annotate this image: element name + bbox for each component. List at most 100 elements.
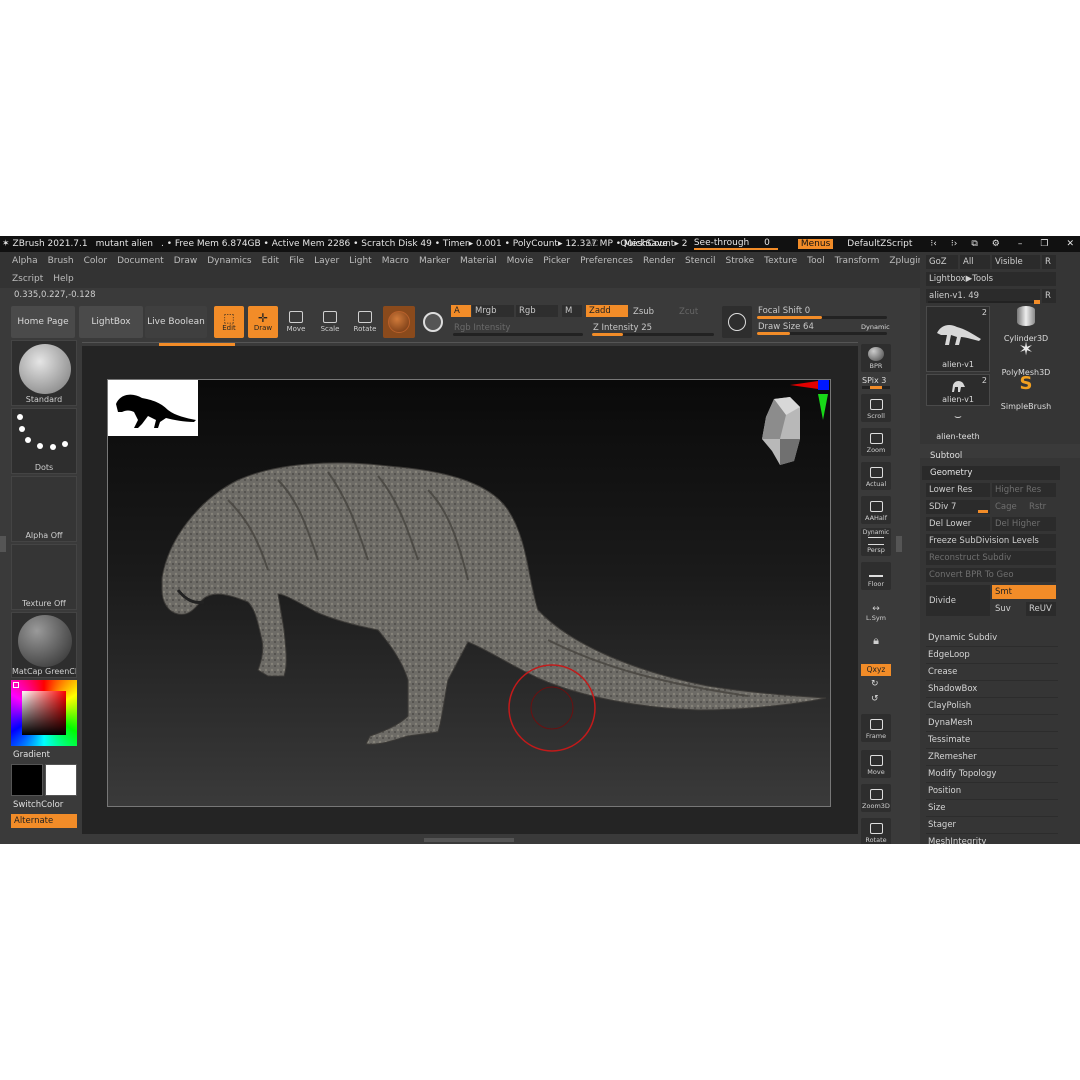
lock-button[interactable]: 🔒︎ (861, 628, 891, 650)
aahalf-button[interactable]: AAHalf (861, 496, 891, 524)
quicksave-button[interactable]: QuickSave (620, 239, 668, 249)
geometry-subpalette-item[interactable]: Position (926, 783, 1058, 800)
menu-item[interactable]: Light (349, 256, 371, 266)
local-symmetry-button[interactable]: ↔ L.Sym (861, 596, 891, 624)
freeze-subdivision-button[interactable]: Freeze SubDivision Levels (926, 534, 1056, 548)
del-higher-button[interactable]: Del Higher (992, 517, 1056, 531)
alternate-button[interactable]: Alternate (11, 814, 77, 828)
menu-item[interactable]: Material (460, 256, 497, 266)
switch-color-button[interactable]: SwitchColor (13, 800, 63, 810)
menu-item[interactable]: Alpha (12, 256, 38, 266)
menu-item[interactable]: Zplugin (889, 256, 923, 266)
layout-icon[interactable]: ⁝‹ (930, 239, 936, 249)
geometry-subpalette-item[interactable]: Tessimate (926, 732, 1058, 749)
tool-slot-cylinder3d[interactable]: Cylinder3D (998, 306, 1054, 343)
geometry-subpalette-item[interactable]: Size (926, 800, 1058, 817)
lower-res-button[interactable]: Lower Res (926, 483, 990, 497)
reuv-button[interactable]: ReUV (1026, 602, 1056, 616)
menu-item[interactable]: Macro (382, 256, 409, 266)
menu-item[interactable]: Stroke (725, 256, 754, 266)
layout-alt-icon[interactable]: ⁝› (951, 239, 957, 249)
r-button[interactable]: R (1042, 255, 1056, 269)
tool-slot-alien-v1-2[interactable]: 2 alien-v1 (926, 374, 990, 406)
panels-icon[interactable]: ⧉ (971, 239, 977, 249)
zoom-button[interactable]: Zoom (861, 428, 891, 456)
m-toggle[interactable]: M (562, 305, 582, 317)
xyz-button[interactable]: Qxyz (861, 664, 891, 676)
tool-slot-simplebrush[interactable]: S SimpleBrush (998, 374, 1054, 412)
geometry-subpalette-item[interactable]: Stager (926, 817, 1058, 834)
menu-item[interactable]: Stencil (685, 256, 715, 266)
geometry-subpalette-item[interactable]: ZRemesher (926, 749, 1058, 766)
all-button[interactable]: All (960, 255, 990, 269)
menu-item[interactable]: Draw (174, 256, 198, 266)
brush-slot[interactable]: Standard (11, 340, 77, 406)
material-swatch[interactable] (383, 306, 415, 338)
convert-bpr-button[interactable]: Convert BPR To Geo (926, 568, 1056, 582)
menu-item[interactable]: Texture (764, 256, 797, 266)
smt-toggle[interactable]: Smt (992, 585, 1056, 599)
geometry-header[interactable]: Geometry (922, 466, 1060, 480)
menu-item[interactable]: Dynamics (207, 256, 251, 266)
draw-button[interactable]: ✛ Draw (248, 306, 278, 338)
edit-button[interactable]: ⬚ Edit (214, 306, 244, 338)
menu-item[interactable]: Preferences (580, 256, 633, 266)
tool-slot-alien-v1[interactable]: 2 alien-v1 (926, 306, 990, 372)
cage-button[interactable]: Cage (992, 500, 1024, 514)
right-collapse-handle[interactable] (896, 536, 902, 552)
close-icon[interactable]: ✕ (1066, 239, 1074, 249)
texture-slot[interactable]: Texture Off (11, 544, 77, 610)
mrgb-toggle[interactable]: Mrgb (472, 305, 514, 317)
home-page-button[interactable]: Home Page (11, 306, 75, 338)
zsub-toggle[interactable]: Zsub (630, 306, 672, 318)
menu-item[interactable]: Zscript (12, 274, 43, 284)
left-collapse-handle[interactable] (0, 536, 6, 552)
alien-model[interactable] (108, 380, 831, 807)
stroke-slot[interactable]: Dots (11, 408, 77, 474)
spix-slider[interactable]: SPix 3 (862, 376, 890, 389)
subtool-header[interactable]: Subtool (930, 451, 962, 461)
geometry-subpalette-item[interactable]: ShadowBox (926, 681, 1058, 698)
minimize-icon[interactable]: – (1018, 239, 1023, 249)
menu-item[interactable]: Transform (835, 256, 880, 266)
visible-button[interactable]: Visible (992, 255, 1040, 269)
persp-button[interactable]: Dynamic Persp (861, 528, 891, 556)
menu-item[interactable]: Tool (807, 256, 824, 266)
color-picker-handle[interactable] (13, 682, 19, 688)
geometry-subpalette-item[interactable]: DynaMesh (926, 715, 1058, 732)
geometry-subpalette-item[interactable]: Modify Topology (926, 766, 1058, 783)
color-picker[interactable] (11, 680, 77, 746)
rgb-toggle[interactable]: Rgb (516, 305, 558, 317)
geometry-subpalette-item[interactable]: ClayPolish (926, 698, 1058, 715)
rotate-z-icon[interactable]: ↺ (871, 694, 879, 704)
lightbox-tools-button[interactable]: Lightbox▶Tools (926, 272, 1056, 286)
reconstruct-subdiv-button[interactable]: Reconstruct Subdiv (926, 551, 1056, 565)
menus-button[interactable]: Menus (797, 239, 834, 249)
gizmo-toggle[interactable] (419, 306, 447, 338)
scroll-button[interactable]: Scroll (861, 394, 891, 422)
zcut-toggle[interactable]: Zcut (676, 306, 716, 318)
tool-slot-polymesh3d[interactable]: ✶ PolyMesh3D (998, 340, 1054, 378)
zoom3d-button[interactable]: Zoom3D (861, 784, 891, 812)
move-button[interactable]: Move (282, 306, 310, 338)
main-color-swatch[interactable] (45, 764, 77, 796)
stroke-settings-button[interactable] (722, 306, 752, 338)
goz-button[interactable]: GoZ (926, 255, 958, 269)
del-lower-button[interactable]: Del Lower (926, 517, 990, 531)
geometry-subpalette-item[interactable]: Dynamic Subdiv (926, 630, 1058, 647)
viewport-bottom-handle[interactable] (424, 838, 514, 842)
menu-item[interactable]: Color (84, 256, 108, 266)
rotate-button[interactable]: Rotate (350, 306, 380, 338)
tool-r-button[interactable]: R (1042, 289, 1056, 303)
menu-item[interactable]: Help (53, 274, 74, 284)
color-picker-square[interactable] (22, 691, 66, 735)
menu-item[interactable]: File (289, 256, 304, 266)
ac-label[interactable]: AC (586, 239, 598, 249)
menu-item[interactable]: Movie (507, 256, 534, 266)
geometry-subpalette-item[interactable]: MeshIntegrity (926, 834, 1058, 844)
geometry-subpalette-item[interactable]: Crease (926, 664, 1058, 681)
material-slot[interactable]: MatCap GreenCl (11, 612, 77, 678)
scale-button[interactable]: Scale (316, 306, 344, 338)
bpr-render-button[interactable]: BPR (861, 344, 891, 372)
frame-button[interactable]: Frame (861, 714, 891, 742)
